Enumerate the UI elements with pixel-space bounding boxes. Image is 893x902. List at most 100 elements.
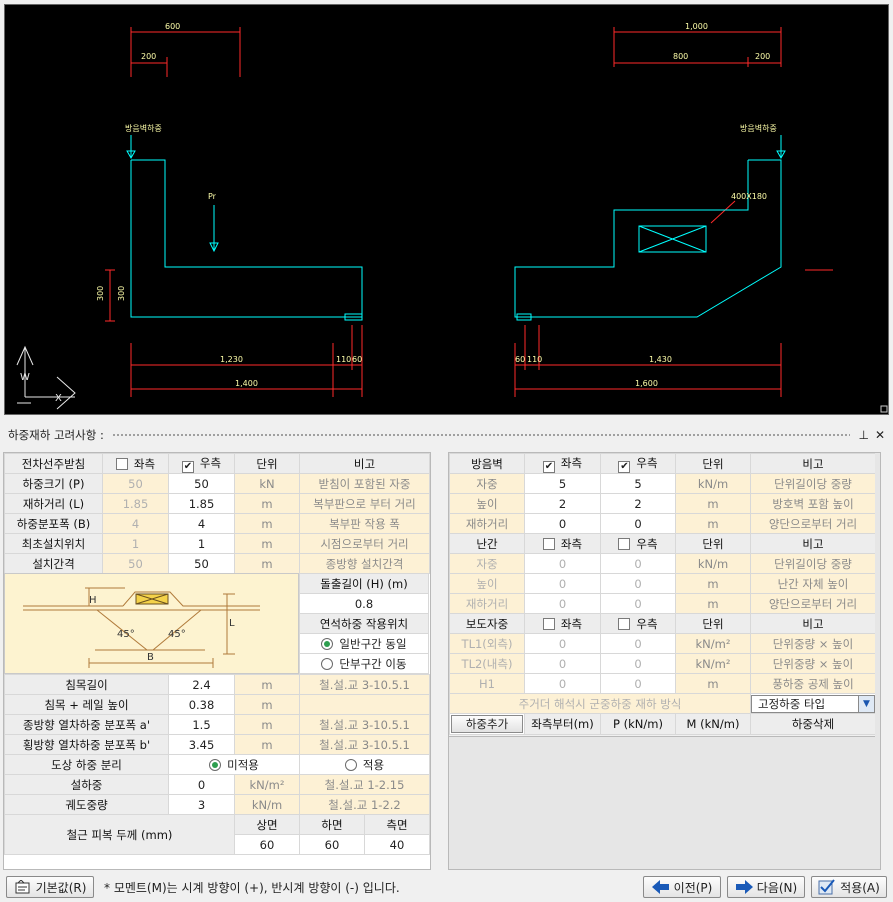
curb-position-normal[interactable]: 일반구간 동일 — [299, 633, 429, 654]
left-value[interactable]: 0 — [524, 553, 601, 574]
value-cell[interactable]: 1.5 — [168, 714, 235, 735]
right-value[interactable]: 2 — [600, 493, 676, 514]
cover-top-input[interactable]: 60 — [234, 834, 300, 855]
left-value[interactable]: 2 — [524, 493, 601, 514]
cover-bottom-input[interactable]: 60 — [299, 834, 365, 855]
left-value[interactable]: 0 — [524, 573, 601, 594]
delete-load-header[interactable]: 하중삭제 — [750, 713, 876, 735]
right-value[interactable]: 0 — [600, 673, 676, 694]
barrier-left-check[interactable]: ✔ 좌측 — [524, 453, 601, 474]
checkbox-icon[interactable] — [618, 537, 631, 550]
right-value[interactable]: 5 — [600, 473, 676, 494]
cad-right-dim-b2: 110 — [527, 355, 542, 364]
add-load-button[interactable]: 하중추가 — [451, 715, 523, 733]
ballast-not-applied[interactable]: 미적용 — [168, 754, 300, 775]
sidewalk-right-check[interactable]: 우측 — [600, 613, 676, 634]
row-label: 높이 — [449, 573, 525, 594]
checkbox-icon[interactable] — [618, 617, 631, 630]
option-label: 일반구간 동일 — [339, 636, 407, 651]
apply-button[interactable]: 적용(A) — [811, 876, 887, 898]
pin-icon[interactable]: ⊥ — [858, 428, 868, 442]
table-row: 하중분포폭 (B) 4 4 m 복부판 작용 폭 — [4, 513, 430, 534]
right-value[interactable]: 0 — [600, 513, 676, 534]
right-value[interactable]: 0 — [600, 593, 676, 614]
left-value[interactable]: 50 — [102, 553, 169, 574]
ballast-label: 도상 하중 분리 — [4, 754, 169, 775]
right-value[interactable]: 1.85 — [168, 493, 235, 514]
barrier-right-check[interactable]: ✔ 우측 — [600, 453, 676, 474]
right-value[interactable]: 0 — [600, 553, 676, 574]
cad-left-dim-600: 600 — [165, 22, 180, 31]
left-value[interactable]: 1 — [102, 533, 169, 554]
value-cell[interactable]: 0 — [168, 774, 235, 795]
checkbox-icon[interactable] — [115, 457, 128, 470]
p-header: P (kN/m) — [600, 713, 676, 735]
value-cell[interactable]: 2.4 — [168, 674, 235, 695]
right-value[interactable]: 4 — [168, 513, 235, 534]
next-button[interactable]: 다음(N) — [727, 876, 805, 898]
cad-right-barrier-label: 방음벽하중 — [740, 123, 777, 133]
checkbox-checked-icon[interactable]: ✔ — [181, 460, 194, 473]
catenary-left-check[interactable]: 좌측 — [102, 453, 169, 474]
note-cell: 단위중량 × 높이 — [750, 653, 876, 674]
right-value[interactable]: 0 — [600, 633, 676, 654]
row-label: 자중 — [449, 553, 525, 574]
catenary-right-label: 우측 — [199, 455, 222, 470]
checkbox-icon[interactable] — [542, 617, 555, 630]
right-value[interactable]: 50 — [168, 473, 235, 494]
table-row: H1 0 0 m 풍하중 공제 높이 — [449, 673, 876, 694]
close-icon[interactable]: ✕ — [875, 428, 885, 442]
prev-button[interactable]: 이전(P) — [643, 876, 721, 898]
curb-position-end[interactable]: 단부구간 이동 — [299, 653, 429, 674]
unit-cell: kN/m² — [234, 774, 300, 795]
table-row: 종방향 열차하중 분포폭 a' 1.5 m 철.설.교 3-10.5.1 — [4, 714, 430, 735]
right-value[interactable]: 50 — [168, 553, 235, 574]
right-value[interactable]: 1 — [168, 533, 235, 554]
left-value[interactable]: 4 — [102, 513, 169, 534]
table-row: 자중 0 0 kN/m 단위길이당 중량 — [449, 553, 876, 574]
protrusion-input[interactable]: 0.8 — [299, 593, 429, 614]
default-button[interactable]: 기본값(R) — [6, 876, 94, 898]
cover-side-input[interactable]: 40 — [364, 834, 430, 855]
left-value[interactable]: 0 — [524, 653, 601, 674]
option-label: 미적용 — [227, 757, 259, 772]
radio-selected-icon[interactable] — [321, 637, 334, 650]
right-value[interactable]: 0 — [600, 573, 676, 594]
panel-titlebar: 하중재하 고려사항 : ⊥ ✕ — [0, 425, 893, 445]
left-value[interactable]: 0 — [524, 593, 601, 614]
value-cell[interactable]: 3.45 — [168, 734, 235, 755]
left-value[interactable]: 0 — [524, 513, 601, 534]
left-value[interactable]: 1.85 — [102, 493, 169, 514]
title-grip[interactable] — [111, 433, 851, 437]
left-value[interactable]: 0 — [524, 673, 601, 694]
catenary-header: 전차선주받침 — [4, 453, 103, 474]
crowd-load-select[interactable]: 고정하중 타입 ▼ — [751, 694, 875, 713]
radio-selected-icon[interactable] — [209, 758, 222, 771]
table-row: 재하거리 0 0 m 양단으로부터 거리 — [449, 593, 876, 614]
chevron-down-icon[interactable]: ▼ — [858, 695, 874, 712]
scrollbar[interactable] — [875, 453, 880, 869]
unit-cell: kN/m — [675, 473, 751, 494]
value-cell[interactable]: 3 — [168, 794, 235, 815]
cad-right-dim-b3: 1,430 — [649, 355, 672, 364]
cad-viewport[interactable]: 600 200 방음벽하중 Pr 300 300 1,230 110 60 1,… — [4, 4, 889, 415]
checkbox-icon[interactable] — [542, 537, 555, 550]
checkbox-checked-icon[interactable]: ✔ — [542, 460, 555, 473]
radio-icon[interactable] — [344, 758, 357, 771]
sidewalk-left-check[interactable]: 좌측 — [524, 613, 601, 634]
radio-icon[interactable] — [321, 657, 334, 670]
railing-left-check[interactable]: 좌측 — [524, 533, 601, 554]
ballast-applied[interactable]: 적용 — [299, 754, 430, 775]
note-cell: 풍하중 공제 높이 — [750, 673, 876, 694]
value-cell[interactable]: 0.38 — [168, 694, 235, 715]
right-value[interactable]: 0 — [600, 653, 676, 674]
left-value[interactable]: 5 — [524, 473, 601, 494]
catenary-right-check[interactable]: ✔ 우측 — [168, 453, 235, 474]
checkbox-checked-icon[interactable]: ✔ — [618, 460, 631, 473]
load-list-area[interactable] — [449, 736, 880, 869]
left-value[interactable]: 0 — [524, 633, 601, 654]
left-value[interactable]: 50 — [102, 473, 169, 494]
cover-label: 철근 피복 두께 (mm) — [4, 814, 235, 855]
railing-right-check[interactable]: 우측 — [600, 533, 676, 554]
unit-cell: kN/m² — [675, 653, 751, 674]
